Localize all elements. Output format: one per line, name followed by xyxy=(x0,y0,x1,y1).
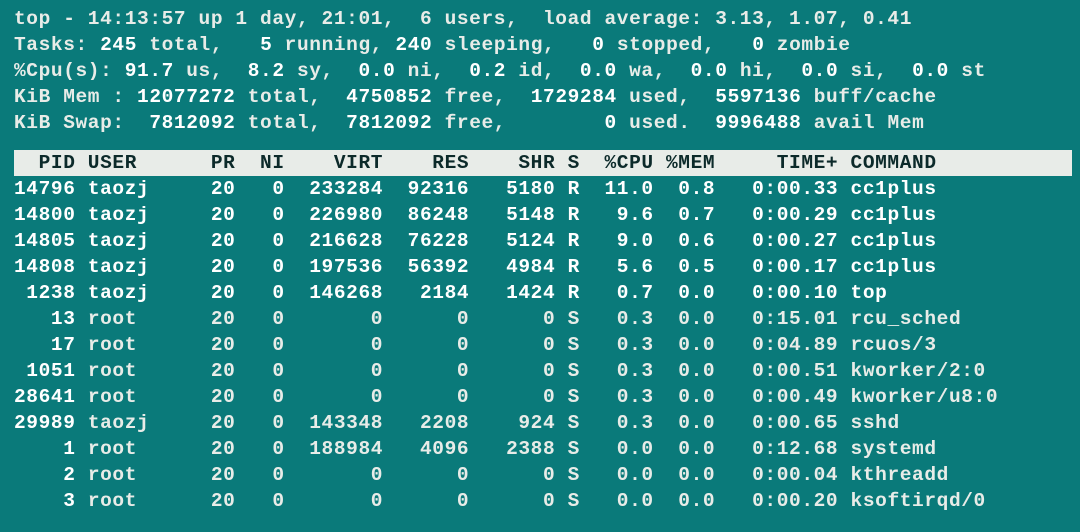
cell-pid: 1051 xyxy=(14,360,76,382)
mem-free: 4750852 xyxy=(346,86,432,108)
cpu-us: 91.7 xyxy=(125,60,174,82)
cell-rest: taozj 20 0 216628 76228 5124 R 9.0 0.6 0… xyxy=(76,230,937,252)
cell-pid: 17 xyxy=(14,334,76,356)
cell-rest: root 20 0 0 0 0 S 0.3 0.0 0:00.49 kworke… xyxy=(76,386,999,408)
cell-rest: root 20 0 188984 4096 2388 S 0.0 0.0 0:1… xyxy=(76,438,937,460)
tasks-zombie: 0 xyxy=(752,34,764,56)
process-row[interactable]: 14808 taozj 20 0 197536 56392 4984 R 5.6… xyxy=(14,254,1072,280)
process-row[interactable]: 17 root 20 0 0 0 0 S 0.3 0.0 0:04.89 rcu… xyxy=(14,332,1072,358)
tasks-sleeping: 240 xyxy=(395,34,432,56)
cell-rest: root 20 0 0 0 0 S 0.3 0.0 0:15.01 rcu_sc… xyxy=(76,308,962,330)
mem-used: 1729284 xyxy=(531,86,617,108)
cell-rest: taozj 20 0 143348 2208 924 S 0.3 0.0 0:0… xyxy=(76,412,900,434)
cpu-wa: 0.0 xyxy=(580,60,617,82)
cell-pid: 29989 xyxy=(14,412,76,434)
swap-total: 7812092 xyxy=(149,112,235,134)
tasks-total: 245 xyxy=(100,34,137,56)
cell-rest: taozj 20 0 233284 92316 5180 R 11.0 0.8 … xyxy=(76,178,937,200)
cell-pid: 14808 xyxy=(14,256,76,278)
summary-line-mem: KiB Mem : 12077272 total, 4750852 free, … xyxy=(14,84,1072,110)
cell-rest: taozj 20 0 146268 2184 1424 R 0.7 0.0 0:… xyxy=(76,282,888,304)
cell-pid: 14805 xyxy=(14,230,76,252)
process-row[interactable]: 1051 root 20 0 0 0 0 S 0.3 0.0 0:00.51 k… xyxy=(14,358,1072,384)
cell-pid: 2 xyxy=(14,464,76,486)
swap-used: 0 xyxy=(605,112,617,134)
process-row[interactable]: 3 root 20 0 0 0 0 S 0.0 0.0 0:00.20 ksof… xyxy=(14,488,1072,514)
cpu-si: 0.0 xyxy=(801,60,838,82)
cell-pid: 1238 xyxy=(14,282,76,304)
cell-pid: 14800 xyxy=(14,204,76,226)
cell-rest: taozj 20 0 226980 86248 5148 R 9.6 0.7 0… xyxy=(76,204,937,226)
cell-pid: 3 xyxy=(14,490,76,512)
process-list: 14796 taozj 20 0 233284 92316 5180 R 11.… xyxy=(14,176,1072,514)
cpu-sy: 8.2 xyxy=(248,60,285,82)
cpu-st: 0.0 xyxy=(912,60,949,82)
cell-rest: root 20 0 0 0 0 S 0.0 0.0 0:00.04 kthrea… xyxy=(76,464,949,486)
process-row[interactable]: 14796 taozj 20 0 233284 92316 5180 R 11.… xyxy=(14,176,1072,202)
mem-buff: 5597136 xyxy=(715,86,801,108)
swap-free: 7812092 xyxy=(346,112,432,134)
process-row[interactable]: 14800 taozj 20 0 226980 86248 5148 R 9.6… xyxy=(14,202,1072,228)
summary-line-uptime: top - 14:13:57 up 1 day, 21:01, 6 users,… xyxy=(14,6,1072,32)
mem-total: 12077272 xyxy=(137,86,235,108)
process-row[interactable]: 1238 taozj 20 0 146268 2184 1424 R 0.7 0… xyxy=(14,280,1072,306)
cell-rest: root 20 0 0 0 0 S 0.0 0.0 0:00.20 ksofti… xyxy=(76,490,986,512)
cell-pid: 14796 xyxy=(14,178,76,200)
process-row[interactable]: 2 root 20 0 0 0 0 S 0.0 0.0 0:00.04 kthr… xyxy=(14,462,1072,488)
cell-rest: root 20 0 0 0 0 S 0.3 0.0 0:04.89 rcuos/… xyxy=(76,334,937,356)
process-row[interactable]: 1 root 20 0 188984 4096 2388 S 0.0 0.0 0… xyxy=(14,436,1072,462)
cell-pid: 13 xyxy=(14,308,76,330)
cpu-id: 0.2 xyxy=(469,60,506,82)
tasks-running: 5 xyxy=(260,34,272,56)
cpu-ni: 0.0 xyxy=(358,60,395,82)
cell-rest: root 20 0 0 0 0 S 0.3 0.0 0:00.51 kworke… xyxy=(76,360,986,382)
terminal-screen[interactable]: top - 14:13:57 up 1 day, 21:01, 6 users,… xyxy=(0,0,1080,514)
summary-line-swap: KiB Swap: 7812092 total, 7812092 free, 0… xyxy=(14,110,1072,136)
cell-pid: 28641 xyxy=(14,386,76,408)
cell-pid: 1 xyxy=(14,438,76,460)
process-row[interactable]: 28641 root 20 0 0 0 0 S 0.3 0.0 0:00.49 … xyxy=(14,384,1072,410)
column-headers: PID USER PR NI VIRT RES SHR S %CPU %MEM … xyxy=(14,150,1072,176)
summary-line-tasks: Tasks: 245 total, 5 running, 240 sleepin… xyxy=(14,32,1072,58)
process-row[interactable]: 29989 taozj 20 0 143348 2208 924 S 0.3 0… xyxy=(14,410,1072,436)
tasks-stopped: 0 xyxy=(592,34,604,56)
process-row[interactable]: 13 root 20 0 0 0 0 S 0.3 0.0 0:15.01 rcu… xyxy=(14,306,1072,332)
swap-avail: 9996488 xyxy=(715,112,801,134)
cell-rest: taozj 20 0 197536 56392 4984 R 5.6 0.5 0… xyxy=(76,256,937,278)
process-row[interactable]: 14805 taozj 20 0 216628 76228 5124 R 9.0… xyxy=(14,228,1072,254)
cpu-hi: 0.0 xyxy=(691,60,728,82)
summary-line-cpu: %Cpu(s): 91.7 us, 8.2 sy, 0.0 ni, 0.2 id… xyxy=(14,58,1072,84)
